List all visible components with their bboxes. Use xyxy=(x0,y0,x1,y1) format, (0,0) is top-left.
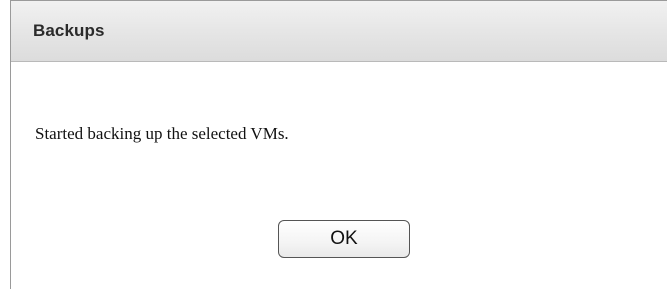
dialog-titlebar: Backups xyxy=(11,1,667,62)
dialog-message: Started backing up the selected VMs. xyxy=(35,124,289,143)
dialog-title: Backups xyxy=(33,21,105,40)
ok-button[interactable]: OK xyxy=(278,220,410,258)
backups-dialog: Backups Started backing up the selected … xyxy=(10,0,667,289)
